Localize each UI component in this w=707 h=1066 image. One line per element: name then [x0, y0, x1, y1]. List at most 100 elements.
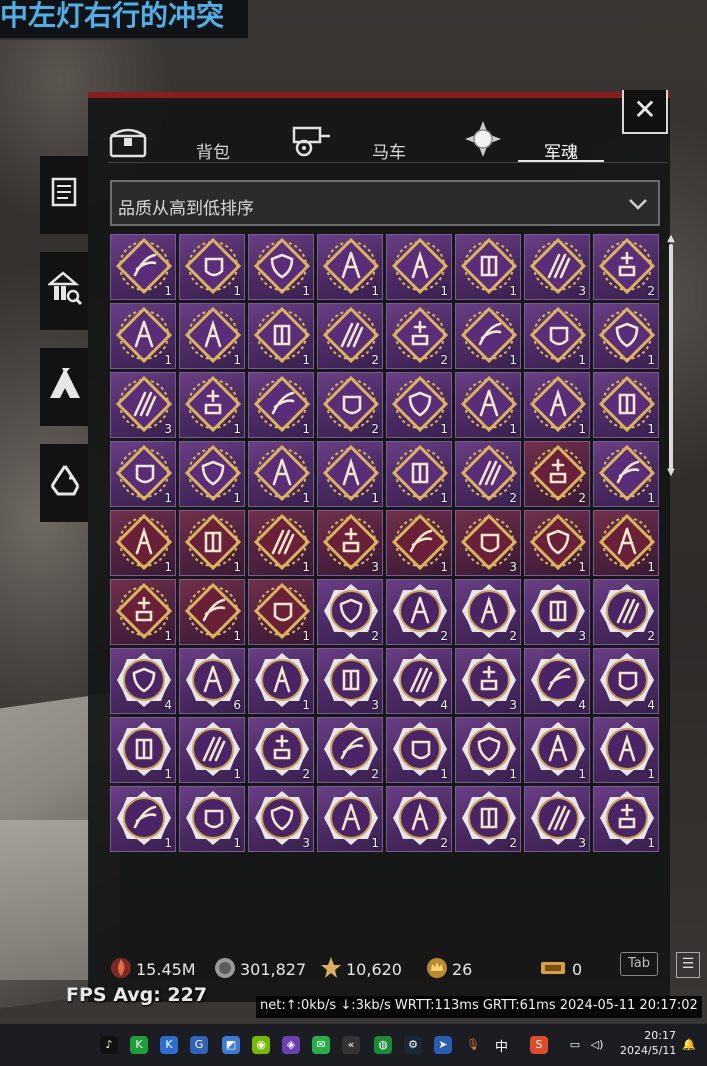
soul-item-slot[interactable]: 1: [248, 234, 314, 300]
scroll-up-icon[interactable]: ▲: [666, 234, 676, 244]
soul-item-slot[interactable]: 3: [455, 648, 521, 714]
soul-item-slot[interactable]: 1: [179, 717, 245, 783]
app-rocket-icon[interactable]: ➤: [434, 1036, 452, 1054]
soul-item-slot[interactable]: 1: [455, 234, 521, 300]
soul-item-slot[interactable]: 4: [386, 648, 452, 714]
soul-item-slot[interactable]: 2: [455, 441, 521, 507]
soul-item-slot[interactable]: 1: [593, 372, 659, 438]
soul-item-slot[interactable]: 1: [593, 786, 659, 852]
soul-item-slot[interactable]: 1: [179, 372, 245, 438]
tab-soul[interactable]: 军魂: [462, 118, 612, 164]
soul-item-slot[interactable]: 2: [248, 717, 314, 783]
side-tab-scroll[interactable]: [40, 156, 88, 234]
notification-bell-icon[interactable]: 🔔: [680, 1036, 698, 1054]
soul-item-slot[interactable]: 1: [386, 441, 452, 507]
app-snip-icon[interactable]: ◩: [222, 1036, 240, 1054]
app-game-launcher-icon[interactable]: G: [190, 1036, 208, 1054]
soul-item-slot[interactable]: 1: [110, 234, 176, 300]
soul-item-slot[interactable]: 1: [455, 372, 521, 438]
steam-icon[interactable]: ⚙: [404, 1036, 422, 1054]
soul-item-slot[interactable]: 4: [110, 648, 176, 714]
soul-item-slot[interactable]: 1: [179, 441, 245, 507]
tiktok-icon[interactable]: ♪: [100, 1036, 118, 1054]
app-purple-icon[interactable]: ◈: [282, 1036, 300, 1054]
soul-item-slot[interactable]: 1: [248, 303, 314, 369]
soul-item-slot[interactable]: 1: [455, 303, 521, 369]
soul-item-slot[interactable]: 1: [317, 234, 383, 300]
soul-item-slot[interactable]: 2: [593, 234, 659, 300]
app-k-green-icon[interactable]: K: [130, 1036, 148, 1054]
soul-item-slot[interactable]: 1: [455, 717, 521, 783]
soul-item-slot[interactable]: 1: [386, 510, 452, 576]
side-tab-camp[interactable]: [40, 348, 88, 426]
soul-item-slot[interactable]: 1: [386, 372, 452, 438]
soul-item-slot[interactable]: 2: [386, 303, 452, 369]
soul-item-slot[interactable]: 1: [179, 786, 245, 852]
input-language[interactable]: 中: [495, 1036, 508, 1055]
tab-cart[interactable]: 马车: [288, 118, 418, 164]
wechat-icon[interactable]: ✉: [312, 1036, 330, 1054]
soul-item-slot[interactable]: 1: [317, 786, 383, 852]
soul-item-slot[interactable]: 1: [110, 717, 176, 783]
soul-item-slot[interactable]: 3: [248, 786, 314, 852]
soul-item-slot[interactable]: 1: [179, 510, 245, 576]
soul-item-slot[interactable]: 1: [110, 579, 176, 645]
soul-item-slot[interactable]: 3: [524, 786, 590, 852]
soul-item-slot[interactable]: 3: [455, 510, 521, 576]
soul-item-slot[interactable]: 2: [455, 579, 521, 645]
soul-item-slot[interactable]: 1: [248, 510, 314, 576]
soul-item-slot[interactable]: 1: [248, 372, 314, 438]
clock[interactable]: 20:17 2024/5/11: [620, 1028, 676, 1058]
app-s-icon[interactable]: S: [530, 1036, 548, 1054]
soul-item-slot[interactable]: 1: [386, 234, 452, 300]
soul-item-slot[interactable]: 1: [110, 510, 176, 576]
soul-item-slot[interactable]: 3: [110, 372, 176, 438]
soul-item-slot[interactable]: 4: [524, 648, 590, 714]
soul-item-slot[interactable]: 2: [593, 579, 659, 645]
menu-key-icon[interactable]: ☰: [676, 952, 700, 978]
soul-item-slot[interactable]: 1: [110, 303, 176, 369]
soul-item-slot[interactable]: 1: [593, 441, 659, 507]
side-tab-warehouse[interactable]: [40, 252, 88, 330]
soul-item-slot[interactable]: 3: [317, 510, 383, 576]
soul-item-slot[interactable]: 4: [593, 648, 659, 714]
grid-scrollbar[interactable]: ▲ ▼: [666, 234, 676, 478]
soul-item-slot[interactable]: 1: [524, 717, 590, 783]
soul-item-slot[interactable]: 3: [524, 234, 590, 300]
soul-item-slot[interactable]: 1: [110, 441, 176, 507]
network-icon[interactable]: ▭: [566, 1036, 584, 1054]
sort-dropdown[interactable]: 品质从高到低排序: [110, 180, 660, 226]
soul-item-slot[interactable]: 2: [455, 786, 521, 852]
tab-key-hint[interactable]: Tab: [620, 952, 658, 976]
soul-item-slot[interactable]: 1: [524, 510, 590, 576]
soul-item-slot[interactable]: 6: [179, 648, 245, 714]
soul-item-slot[interactable]: 1: [524, 303, 590, 369]
soul-item-slot[interactable]: 1: [248, 579, 314, 645]
soul-item-slot[interactable]: 1: [386, 717, 452, 783]
tab-backpack[interactable]: 背包: [108, 118, 230, 164]
soul-item-slot[interactable]: 1: [179, 579, 245, 645]
soul-item-slot[interactable]: 1: [179, 303, 245, 369]
soul-item-slot[interactable]: 1: [179, 234, 245, 300]
app-globe-icon[interactable]: ◍: [374, 1036, 392, 1054]
soul-item-slot[interactable]: 2: [317, 303, 383, 369]
app-k-blue-icon[interactable]: K: [160, 1036, 178, 1054]
soul-item-slot[interactable]: 1: [593, 510, 659, 576]
soul-item-slot[interactable]: 1: [317, 441, 383, 507]
soul-item-slot[interactable]: 1: [248, 648, 314, 714]
volume-icon[interactable]: ◁): [588, 1036, 606, 1054]
soul-item-slot[interactable]: 1: [593, 717, 659, 783]
side-tab-recycle[interactable]: [40, 444, 88, 522]
soul-item-slot[interactable]: 3: [524, 579, 590, 645]
soul-item-slot[interactable]: 1: [524, 372, 590, 438]
nvidia-icon[interactable]: ◉: [252, 1036, 270, 1054]
soul-item-slot[interactable]: 2: [317, 372, 383, 438]
soul-item-slot[interactable]: 2: [386, 579, 452, 645]
soul-item-slot[interactable]: 2: [386, 786, 452, 852]
soul-item-slot[interactable]: 1: [248, 441, 314, 507]
soul-item-slot[interactable]: 2: [317, 579, 383, 645]
app-arrow-icon[interactable]: «: [342, 1036, 360, 1054]
soul-item-slot[interactable]: 3: [317, 648, 383, 714]
soul-item-slot[interactable]: 1: [110, 786, 176, 852]
soul-item-slot[interactable]: 1: [593, 303, 659, 369]
